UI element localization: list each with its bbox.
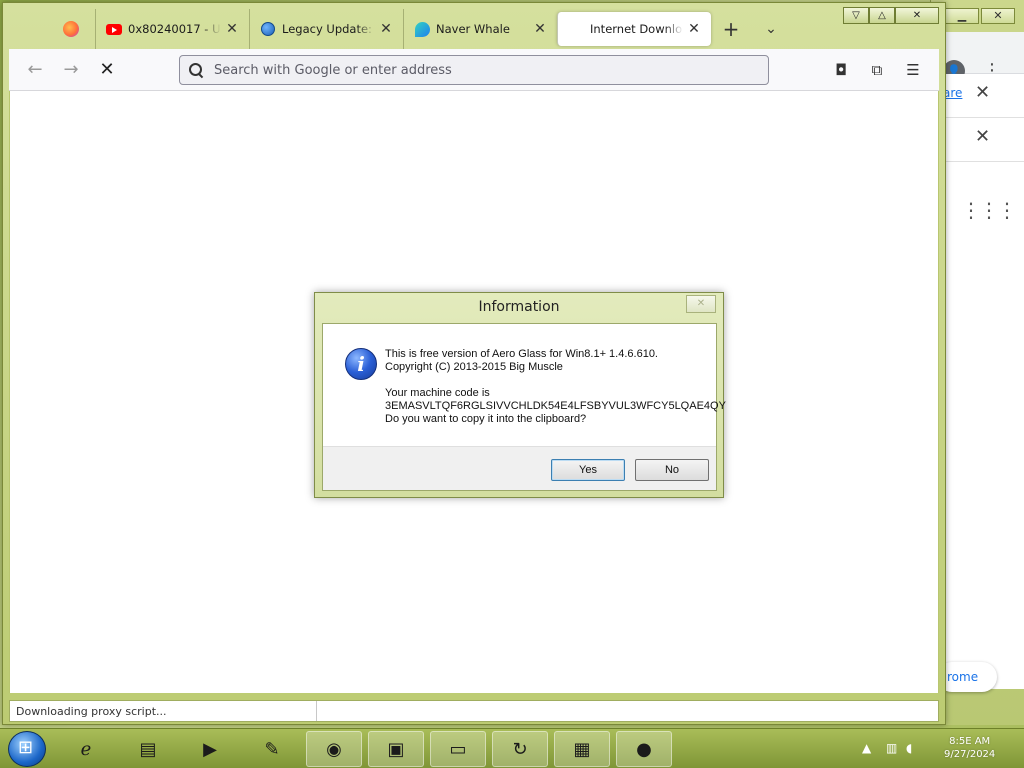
taskbar: ℯ ▤ ▶ ✎ ◉ ▣ ▭ ↻ ▦ ● ▲ ▥ ◖ 8:5E AM 9/27/2… — [0, 728, 1024, 768]
new-tab-button[interactable]: + — [711, 9, 751, 49]
tab-youtube[interactable]: 0x80240017 - Unspecified ✕ — [95, 9, 249, 49]
hamburger-menu-icon[interactable]: ☰ — [901, 58, 925, 82]
tab-title: Naver Whale — [436, 22, 510, 36]
close-icon[interactable]: ✕ — [533, 21, 547, 37]
stop-loading-icon[interactable]: ✕ — [95, 58, 119, 82]
close-window-button[interactable]: ✕ — [895, 7, 939, 24]
message-line: Copyright (C) 2013-2015 Big Muscle — [385, 361, 563, 373]
back-arrow-icon[interactable]: ← — [23, 58, 47, 82]
close-icon[interactable]: ✕ — [687, 21, 701, 37]
internet-explorer-icon[interactable]: ℯ — [58, 731, 114, 767]
computer-icon[interactable]: ▦ — [554, 731, 610, 767]
system-tray: ▲ ▥ ◖ 8:5E AM 9/27/2024 — [834, 729, 1024, 768]
list-all-tabs-button[interactable]: ⌄ — [751, 9, 791, 49]
network-icon[interactable]: ▥ — [886, 741, 897, 755]
status-text: Downloading proxy script... — [10, 701, 317, 721]
refresh-app-icon[interactable]: ↻ — [492, 731, 548, 767]
media-player-icon[interactable]: ▶ — [182, 731, 238, 767]
tab-strip: 0x80240017 - Unspecified ✕ Legacy Update… — [9, 9, 799, 49]
tab-title: 0x80240017 - Unspecified — [128, 22, 221, 36]
show-hidden-icons-icon[interactable]: ▲ — [862, 741, 871, 755]
no-button[interactable]: No — [635, 459, 709, 481]
taskbar-clock[interactable]: 8:5E AM 9/27/2024 — [944, 735, 995, 761]
file-explorer-icon[interactable]: ▤ — [120, 731, 176, 767]
navigation-toolbar: ← → ✕ ◘ ⧉ ☰ — [9, 49, 939, 91]
background-close-button[interactable]: ✕ — [981, 8, 1015, 24]
globe-icon — [260, 21, 276, 37]
firefox-taskbar-icon[interactable]: ● — [616, 731, 672, 767]
background-window-controls: ▁ ✕ — [945, 8, 1015, 24]
extensions-puzzle-icon[interactable]: ⧉ — [865, 58, 889, 82]
address-bar[interactable] — [179, 55, 769, 85]
blank-page-icon — [568, 21, 584, 37]
notification-bar-2: ✕ — [943, 118, 1024, 162]
whale-icon — [414, 21, 430, 37]
clock-date: 9/27/2024 — [944, 749, 996, 760]
chrome-icon[interactable]: ◉ — [306, 731, 362, 767]
message-line: This is free version of Aero Glass for W… — [385, 348, 658, 360]
information-icon: i — [345, 348, 377, 380]
search-icon — [188, 62, 204, 78]
yes-button[interactable]: Yes — [551, 459, 625, 481]
maximize-button[interactable]: △ — [869, 7, 895, 24]
youtube-icon — [106, 21, 122, 37]
close-icon[interactable]: ✕ — [225, 21, 239, 37]
information-dialog: Information ✕ i This is free version of … — [314, 292, 726, 498]
tab-title: Legacy Update: Get — [282, 22, 375, 36]
status-bar: Downloading proxy script... — [9, 700, 939, 722]
pocket-icon[interactable]: ◘ — [829, 58, 853, 82]
close-icon[interactable]: ✕ — [975, 126, 990, 147]
store-icon[interactable]: ▣ — [368, 731, 424, 767]
paint-icon[interactable]: ✎ — [244, 731, 300, 767]
volume-icon[interactable]: ◖ — [906, 741, 912, 755]
firefox-view-button[interactable] — [9, 9, 95, 49]
machine-code: 3EMASVLTQF6RGLSIVVCHLDK54E4LFSBYVUL3WFCY… — [385, 400, 726, 412]
dialog-title: Information — [478, 299, 560, 315]
chrome-pill-button[interactable]: rome — [937, 662, 997, 692]
dialog-close-button[interactable]: ✕ — [686, 295, 716, 313]
tab-internet-download-manager[interactable]: Internet Download Manager ✕ — [557, 12, 711, 46]
dialog-button-row: Yes No — [323, 446, 716, 490]
notification-bar: are ✕ — [943, 74, 1024, 118]
clock-time: 8:5E AM — [949, 736, 991, 747]
minimize-button[interactable]: ▽ — [843, 7, 869, 24]
message-line: Your machine code is — [385, 387, 490, 399]
background-toolbar: 👤 ⋮ — [943, 32, 1024, 82]
apps-grid-icon[interactable]: ⋮⋮⋮ — [961, 198, 1017, 222]
forward-arrow-icon[interactable]: → — [59, 58, 83, 82]
window-caption-buttons: ▽ △ ✕ — [843, 7, 939, 24]
close-icon[interactable]: ✕ — [379, 21, 393, 37]
firefox-icon — [63, 21, 79, 37]
tab-naver-whale[interactable]: Naver Whale ✕ — [403, 9, 557, 49]
start-button[interactable] — [8, 731, 46, 767]
background-minimize-button[interactable]: ▁ — [945, 8, 979, 24]
dialog-body: i This is free version of Aero Glass for… — [322, 323, 726, 491]
close-icon[interactable]: ✕ — [975, 82, 990, 103]
window-app-icon[interactable]: ▭ — [430, 731, 486, 767]
message-line: Do you want to copy it into the clipboar… — [385, 413, 587, 425]
url-input[interactable] — [214, 62, 768, 78]
background-window-content: 👤 ⋮ are ✕ ✕ ⋮⋮⋮ rome — [937, 32, 1024, 692]
tab-legacy-update[interactable]: Legacy Update: Get ✕ — [249, 9, 403, 49]
tab-title: Internet Download Manager — [590, 22, 683, 36]
dialog-message: This is free version of Aero Glass for W… — [385, 348, 726, 426]
